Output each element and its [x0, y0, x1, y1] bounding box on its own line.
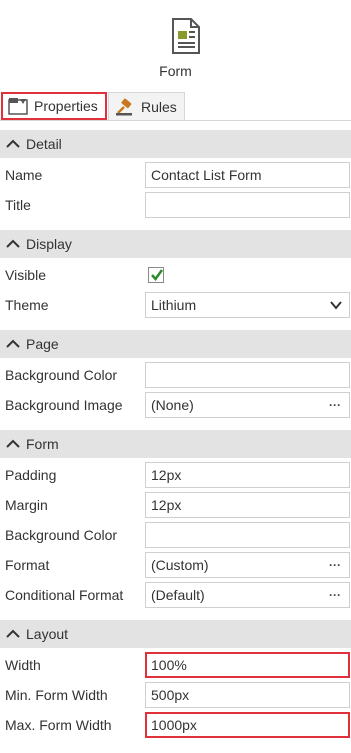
section-layout-header[interactable]: Layout [0, 620, 351, 648]
section-page-header[interactable]: Page [0, 330, 351, 358]
section-display-header[interactable]: Display [0, 230, 351, 258]
tab-rules-label: Rules [141, 98, 177, 115]
property-label: Padding [5, 467, 57, 483]
section-title: Form [26, 436, 59, 452]
chevron-up-icon [6, 439, 20, 448]
property-row-min-form-width: Min. Form Width 500px [0, 680, 351, 710]
theme-select[interactable]: Lithium [145, 292, 350, 318]
property-label: Visible [5, 267, 46, 283]
section-title: Layout [26, 626, 69, 642]
property-row-max-form-width: Max. Form Width 1000px [0, 710, 351, 740]
property-label: Background Image [5, 397, 123, 413]
background-image-picker[interactable]: (None) ··· [145, 392, 350, 418]
page-background-color-input[interactable] [145, 362, 350, 388]
property-row-form-background-color: Background Color [0, 520, 351, 550]
properties-icon [8, 98, 28, 115]
property-row-width: Width 100% [0, 650, 351, 680]
margin-input[interactable]: 12px [145, 492, 350, 518]
more-options-icon[interactable]: ··· [329, 583, 341, 607]
min-form-width-input[interactable]: 500px [145, 682, 350, 708]
property-label: Format [5, 557, 50, 573]
property-label: Max. Form Width [5, 717, 112, 733]
property-row-conditional-format: Conditional Format (Default) ··· [0, 580, 351, 610]
property-label: Background Color [5, 367, 118, 383]
property-row-theme: Theme Lithium [0, 290, 351, 320]
tab-properties-label: Properties [34, 98, 98, 114]
more-options-icon[interactable]: ··· [329, 393, 341, 417]
property-label: Width [5, 657, 41, 673]
max-form-width-input[interactable]: 1000px [145, 712, 350, 738]
chevron-up-icon [6, 139, 20, 148]
chevron-up-icon [6, 239, 20, 248]
conditional-format-picker[interactable]: (Default) ··· [145, 582, 350, 608]
property-label: Theme [5, 297, 49, 313]
visible-checkbox[interactable] [148, 267, 164, 283]
padding-input[interactable]: 12px [145, 462, 350, 488]
header-title: Form [159, 63, 192, 79]
property-row-padding: Padding 12px [0, 460, 351, 490]
property-row-format: Format (Custom) ··· [0, 550, 351, 580]
property-label: Title [5, 197, 31, 213]
width-input[interactable]: 100% [145, 652, 350, 678]
property-row-visible: Visible [0, 260, 351, 290]
property-label: Name [5, 167, 43, 183]
theme-value: Lithium [151, 297, 197, 313]
tab-properties[interactable]: Properties [1, 92, 107, 120]
property-row-page-background-color: Background Color [0, 360, 351, 390]
tab-bar: Properties Rules [0, 92, 351, 121]
property-label: Margin [5, 497, 48, 513]
rules-gavel-icon [116, 98, 132, 115]
conditional-format-value: (Default) [151, 587, 205, 603]
section-form-header[interactable]: Form [0, 430, 351, 458]
chevron-up-icon [6, 629, 20, 638]
name-input[interactable]: Contact List Form [145, 162, 350, 188]
format-picker[interactable]: (Custom) ··· [145, 552, 350, 578]
header: Form [0, 0, 351, 92]
tab-rules[interactable]: Rules [108, 92, 185, 120]
background-image-value: (None) [151, 397, 194, 413]
more-options-icon[interactable]: ··· [329, 553, 341, 577]
property-label: Min. Form Width [5, 687, 108, 703]
property-row-title: Title [0, 190, 351, 220]
section-title: Detail [26, 136, 62, 152]
checkmark-icon [151, 269, 164, 282]
section-title: Page [26, 336, 59, 352]
property-row-background-image: Background Image (None) ··· [0, 390, 351, 420]
property-label: Conditional Format [5, 587, 124, 603]
section-title: Display [26, 236, 72, 252]
chevron-down-icon [330, 301, 342, 310]
property-row-name: Name Contact List Form [0, 160, 351, 190]
format-value: (Custom) [151, 557, 209, 573]
section-detail-header[interactable]: Detail [0, 130, 351, 158]
form-background-color-input[interactable] [145, 522, 350, 548]
title-input[interactable] [145, 192, 350, 218]
property-label: Background Color [5, 527, 118, 543]
property-row-margin: Margin 12px [0, 490, 351, 520]
form-document-icon [172, 18, 200, 54]
chevron-up-icon [6, 339, 20, 348]
